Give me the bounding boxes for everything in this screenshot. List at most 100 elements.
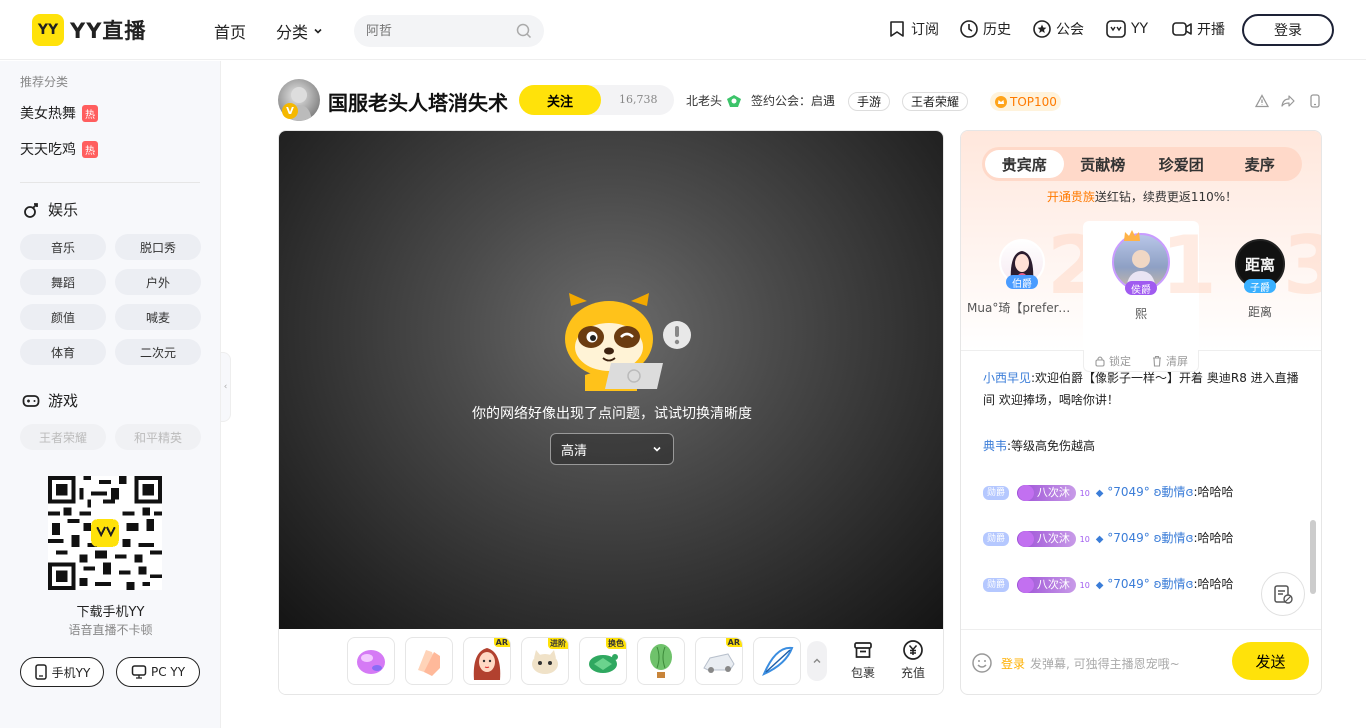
host-name[interactable]: 北老头 xyxy=(686,92,742,109)
yy-button[interactable]: YY xyxy=(1105,19,1148,39)
download-subtitle: 语音直播不卡顿 xyxy=(68,623,153,637)
chip-anime[interactable]: 二次元 xyxy=(115,339,201,365)
mobile-yy-button[interactable]: 手机YY xyxy=(20,657,104,687)
sidebar-item-dance[interactable]: 美女热舞 热 xyxy=(20,103,98,123)
nav-home[interactable]: 首页 xyxy=(214,19,246,43)
host-name-label: 北老头 xyxy=(686,94,723,108)
gift-item[interactable]: AR xyxy=(463,637,511,685)
recharge-label: 充值 xyxy=(900,666,925,680)
qr-code xyxy=(48,476,162,590)
room-title: 国服老头人塔消失术 xyxy=(328,91,508,115)
chip-shout[interactable]: 喊麦 xyxy=(115,304,201,330)
chat-username[interactable]: °7049° ʚ動情ɞ xyxy=(1107,531,1193,545)
quality-select[interactable]: 高清 xyxy=(550,433,674,465)
fan-level: 10 xyxy=(1079,535,1090,544)
guild-info[interactable]: 签约公会：启遇 xyxy=(751,92,835,109)
section-entertainment: 娱乐 xyxy=(22,199,78,220)
emoji-icon[interactable] xyxy=(971,652,993,674)
history-label: 历史 xyxy=(983,22,1011,38)
gift-item[interactable] xyxy=(753,637,801,685)
search-input[interactable] xyxy=(366,23,506,39)
chip-dance[interactable]: 舞蹈 xyxy=(20,269,106,295)
gift-item[interactable]: AR xyxy=(695,637,743,685)
balloon-gift-icon xyxy=(650,644,672,678)
vip-seat[interactable]: 距离 子爵 距离 xyxy=(1205,239,1315,320)
chat-text: :哈哈哈 xyxy=(1193,485,1234,499)
broadcast-button[interactable]: 开播 xyxy=(1171,19,1225,39)
nav-category[interactable]: 分类 xyxy=(276,19,324,43)
noble-badge: 子爵 xyxy=(1244,279,1276,294)
gift-scroll-button[interactable] xyxy=(807,641,827,681)
quality-value: 高清 xyxy=(561,443,588,459)
section-game: 游戏 xyxy=(22,390,78,411)
gift-item[interactable] xyxy=(347,637,395,685)
chip-music[interactable]: 音乐 xyxy=(20,234,106,260)
search-icon[interactable] xyxy=(516,23,532,39)
chat-username[interactable]: °7049° ʚ動情ɞ xyxy=(1107,577,1193,591)
chip-sports[interactable]: 体育 xyxy=(20,339,106,365)
tab-fan-club[interactable]: 珍爱团 xyxy=(1142,150,1221,178)
pc-yy-button[interactable]: PC YY xyxy=(116,657,200,687)
top100-badge[interactable]: TOP100 xyxy=(990,92,1061,111)
tab-vip-seats[interactable]: 贵宾席 xyxy=(985,150,1064,178)
chat-username[interactable]: 小西早见 xyxy=(983,371,1031,385)
send-button[interactable]: 发送 xyxy=(1232,642,1309,680)
chat-input[interactable]: 发弹幕, 可独得主播恩宠哦~ xyxy=(1030,655,1180,672)
noble-promo[interactable]: 开通贵族送红钻，续费更返110%！ xyxy=(961,188,1321,205)
chip-looks[interactable]: 颜值 xyxy=(20,304,106,330)
recharge-button[interactable]: 充值 xyxy=(893,639,933,681)
pc-yy-label: PC YY xyxy=(150,665,186,679)
gift-item[interactable]: 换色 xyxy=(579,637,627,685)
gamepad-icon xyxy=(22,394,40,407)
seat-avatar-text: 距离 xyxy=(1244,255,1275,274)
verified-badge: V xyxy=(282,103,298,119)
chip-peacekeeper[interactable]: 和平精英 xyxy=(115,424,201,450)
guild-button[interactable]: 公会 xyxy=(1032,19,1084,39)
logo[interactable]: YY YY直播 xyxy=(32,14,146,46)
gift-item[interactable] xyxy=(405,637,453,685)
tag-mobile-game[interactable]: 手游 xyxy=(848,92,891,111)
chevron-down-icon xyxy=(314,28,322,34)
subscribe-label: 订阅 xyxy=(911,22,939,38)
gift-item[interactable]: 进阶 xyxy=(521,637,569,685)
chat-login-link[interactable]: 登录 xyxy=(1001,655,1025,672)
bookmark-icon xyxy=(890,21,904,37)
follow-group: 关注 16,738 xyxy=(519,85,674,115)
chat-scrollbar[interactable] xyxy=(1310,520,1316,594)
package-button[interactable]: 包裹 xyxy=(843,639,883,681)
sidebar-collapse-handle[interactable]: ‹ xyxy=(221,352,231,422)
fan-level: 10 xyxy=(1079,489,1090,498)
chat-message: 勋爵 八次沐 10 ◆ °7049° ʚ動情ɞ:哈哈哈 xyxy=(983,527,1234,551)
tab-mic-queue[interactable]: 麦序 xyxy=(1221,150,1300,178)
share-icon[interactable] xyxy=(1281,94,1295,108)
trash-icon xyxy=(1153,355,1161,367)
promo-highlight: 开通贵族 xyxy=(1046,190,1095,204)
tab-contribution[interactable]: 贡献榜 xyxy=(1064,150,1143,178)
gift-item[interactable] xyxy=(637,637,685,685)
chevron-left-icon: ‹ xyxy=(223,382,228,392)
chat-settings-button[interactable] xyxy=(1261,572,1305,616)
vip-seat[interactable]: 伯爵 Mua°琦【prefere… xyxy=(967,239,1077,316)
tag-honor-of-kings[interactable]: 王者荣耀 xyxy=(902,92,969,111)
girl-gift-icon xyxy=(473,648,501,680)
gem-gift-icon xyxy=(357,650,385,674)
vip-seat[interactable]: 侯爵 熙 xyxy=(1086,230,1196,322)
chat-username[interactable]: °7049° ʚ動情ɞ xyxy=(1107,485,1193,499)
subscribe-button[interactable]: 订阅 xyxy=(887,19,939,39)
chat-username[interactable]: 典韦 xyxy=(983,439,1007,453)
sidebar-divider xyxy=(20,182,200,183)
history-button[interactable]: 历史 xyxy=(959,19,1011,39)
chat-message-continued: 间 欢迎捧场，喝啥你讲！ xyxy=(983,393,1119,407)
report-icon[interactable] xyxy=(1255,94,1269,108)
package-label: 包裹 xyxy=(850,666,875,680)
phone-view-icon[interactable] xyxy=(1308,94,1322,108)
video-area[interactable]: 你的网络好像出现了点问题，试试切换清晰度 高清 xyxy=(279,131,943,629)
mobile-yy-label: 手机YY xyxy=(51,665,91,680)
chip-outdoor[interactable]: 户外 xyxy=(115,269,201,295)
follow-button[interactable]: 关注 xyxy=(519,85,601,115)
chip-talkshow[interactable]: 脱口秀 xyxy=(115,234,201,260)
sidebar-item-pubg[interactable]: 天天吃鸡 热 xyxy=(20,139,98,159)
chip-honor-of-kings[interactable]: 王者荣耀 xyxy=(20,424,106,450)
login-button[interactable]: 登录 xyxy=(1242,14,1334,46)
fan-level: 10 xyxy=(1079,581,1090,590)
